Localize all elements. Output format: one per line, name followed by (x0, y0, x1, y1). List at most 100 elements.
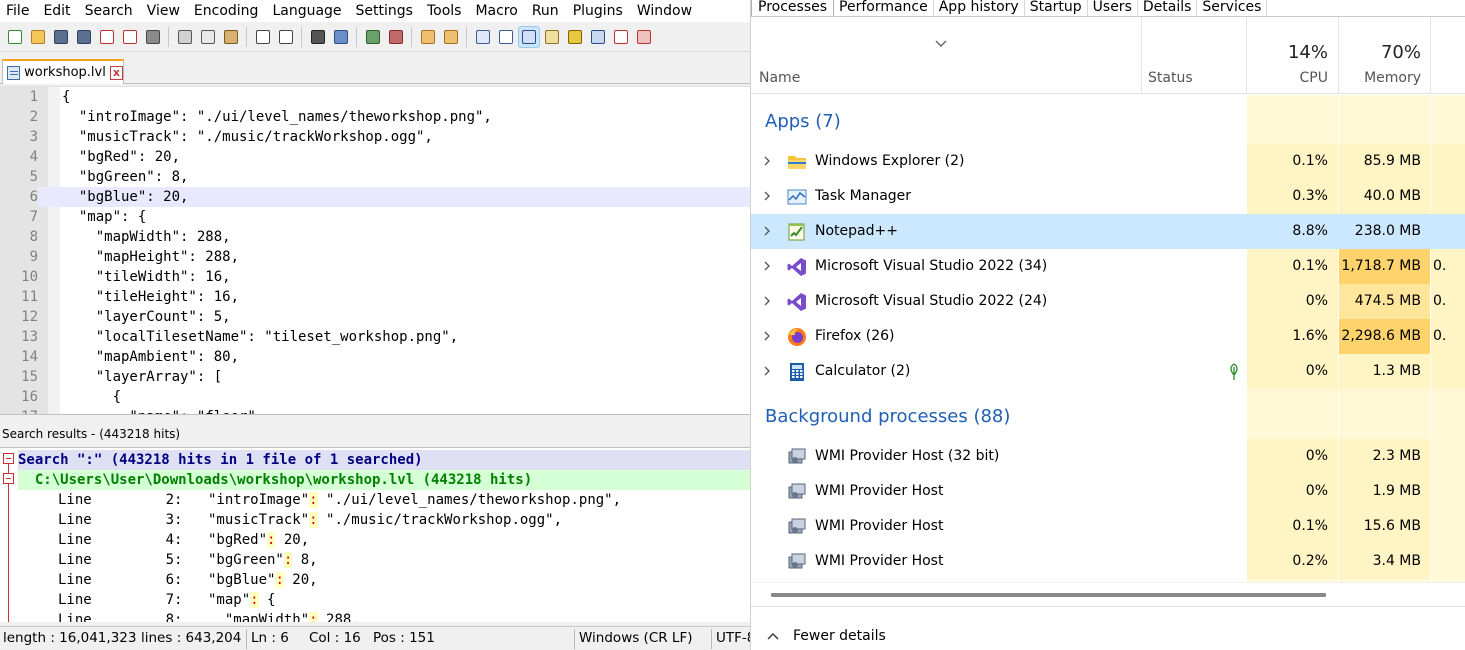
sync-horizontal-icon[interactable] (441, 27, 461, 47)
search-result-row[interactable]: Line 6: "bgBlue": 20, (18, 570, 750, 590)
code-line[interactable]: 15 "layerArray": [ (0, 367, 750, 387)
code-line[interactable]: 1{ (0, 87, 750, 107)
fewer-details-button[interactable]: Fewer details (793, 628, 886, 644)
tab-performance[interactable]: Performance (834, 0, 934, 16)
column-memory[interactable]: 70% Memory (1339, 17, 1430, 94)
chevron-up-icon[interactable] (767, 632, 779, 640)
tab-app-history[interactable]: App history (934, 0, 1025, 16)
code-line[interactable]: 17 "name": "floor", (0, 407, 750, 414)
process-row[interactable]: WMI Provider Host (32 bit) 0% 2.3 MB (751, 439, 1465, 474)
show-all-chars-icon[interactable] (496, 27, 516, 47)
scrollbar-thumb[interactable] (771, 593, 1326, 597)
save-all-icon[interactable] (74, 27, 94, 47)
cut-icon[interactable] (175, 27, 195, 47)
search-result-row[interactable]: Line 3: "musicTrack": "./music/trackWorksh… (18, 510, 750, 530)
paste-icon[interactable] (221, 27, 241, 47)
status-encoding[interactable]: UTF-8 (713, 627, 750, 650)
menu-file[interactable]: File (0, 0, 36, 22)
menu-macro[interactable]: Macro (468, 0, 524, 22)
menu-edit[interactable]: Edit (36, 0, 77, 22)
code-line[interactable]: 3 "musicTrack": "./music/trackWorkshop.o… (0, 127, 750, 147)
process-row[interactable]: Microsoft Visual Studio 2022 (34) 0.1% 1,7… (751, 249, 1465, 284)
code-line[interactable]: 14 "mapAmbient": 80, (0, 347, 750, 367)
process-row[interactable]: Firefox (26) 1.6% 2,298.6 MB 0. (751, 319, 1465, 354)
open-file-icon[interactable] (28, 27, 48, 47)
process-row[interactable]: Windows Explorer (2) 0.1% 85.9 MB (751, 144, 1465, 179)
save-icon[interactable] (51, 27, 71, 47)
code-line[interactable]: 16 { (0, 387, 750, 407)
tab-details[interactable]: Details (1138, 0, 1198, 16)
process-row[interactable]: WMI Provider Host 0.2% 3.4 MB (751, 544, 1465, 579)
function-list-icon[interactable] (565, 27, 585, 47)
document-tab[interactable]: workshop.lvl x (2, 59, 124, 84)
code-line[interactable]: 9 "mapHeight": 288, (0, 247, 750, 267)
indent-guide-icon[interactable] (517, 25, 540, 48)
zoom-out-icon[interactable] (386, 27, 406, 47)
menu-encoding[interactable]: Encoding (187, 0, 266, 22)
search-result-row[interactable]: Line 8: "mapWidth": 288, (18, 610, 750, 622)
code-line[interactable]: 11 "tileHeight": 16, (0, 287, 750, 307)
menu-view[interactable]: View (140, 0, 187, 22)
find-icon[interactable] (308, 27, 328, 47)
expand-chevron-icon[interactable] (762, 330, 772, 342)
code-line[interactable]: 10 "tileWidth": 16, (0, 267, 750, 287)
undo-icon[interactable] (253, 27, 273, 47)
tab-users[interactable]: Users (1088, 0, 1138, 16)
process-row[interactable]: Calculator (2) 0% 1.3 MB (751, 354, 1465, 389)
word-wrap-icon[interactable] (473, 27, 493, 47)
expand-chevron-icon[interactable] (762, 365, 772, 377)
redo-icon[interactable] (276, 27, 296, 47)
menu-settings[interactable]: Settings (349, 0, 420, 22)
panel-splitter[interactable] (0, 414, 750, 424)
search-result-row[interactable]: Line 5: "bgGreen": 8, (18, 550, 750, 570)
expand-chevron-icon[interactable] (762, 190, 772, 202)
menu-window[interactable]: Window (630, 0, 699, 22)
expand-chevron-icon[interactable] (762, 295, 772, 307)
sort-chevron-icon[interactable] (935, 37, 947, 49)
expand-chevron-icon[interactable] (762, 225, 772, 237)
zoom-in-icon[interactable] (363, 27, 383, 47)
search-results-panel[interactable]: Search ":" (443218 hits in 1 file of 1 s… (0, 447, 750, 622)
expand-chevron-icon[interactable] (762, 155, 772, 167)
monitoring-icon[interactable] (611, 27, 631, 47)
new-file-icon[interactable] (5, 27, 25, 47)
code-line[interactable]: 8 "mapWidth": 288, (0, 227, 750, 247)
search-result-row[interactable]: Line 2: "introImage": "./ui/level_names/th… (18, 490, 750, 510)
code-line[interactable]: 2 "introImage": "./ui/level_names/thewor… (0, 107, 750, 127)
close-icon[interactable] (97, 27, 117, 47)
search-file-line[interactable]: C:\Users\User\Downloads\workshop\worksho… (18, 470, 750, 490)
copy-icon[interactable] (198, 27, 218, 47)
code-editor[interactable]: 1{2 "introImage": "./ui/level_names/thew… (0, 86, 750, 414)
doc-map-icon[interactable] (542, 27, 562, 47)
menu-run[interactable]: Run (525, 0, 566, 22)
expand-chevron-icon[interactable] (762, 260, 772, 272)
code-line[interactable]: 13 "localTilesetName": "tileset_workshop… (0, 327, 750, 347)
close-all-icon[interactable] (120, 27, 140, 47)
menu-tools[interactable]: Tools (420, 0, 469, 22)
code-line[interactable]: 4 "bgRed": 20, (0, 147, 750, 167)
code-line[interactable]: 7 "map": { (0, 207, 750, 227)
column-status[interactable]: Status (1148, 70, 1193, 86)
process-row[interactable]: Notepad++ 8.8% 238.0 MB (751, 214, 1465, 249)
collapse-search-icon[interactable] (3, 453, 14, 464)
process-row[interactable]: Microsoft Visual Studio 2022 (24) 0% 474.5… (751, 284, 1465, 319)
search-result-row[interactable]: Line 4: "bgRed": 20, (18, 530, 750, 550)
process-row[interactable]: WMI Provider Host 0.1% 15.6 MB (751, 509, 1465, 544)
column-name[interactable]: Name (759, 70, 800, 86)
print-icon[interactable] (143, 27, 163, 47)
code-line[interactable]: 5 "bgGreen": 8, (0, 167, 750, 187)
sync-vertical-icon[interactable] (418, 27, 438, 47)
replace-icon[interactable] (331, 27, 351, 47)
code-line[interactable]: 6 "bgBlue": 20, (0, 187, 750, 207)
code-line[interactable]: 12 "layerCount": 5, (0, 307, 750, 327)
tab-services[interactable]: Services (1197, 0, 1268, 16)
process-list[interactable]: Apps (7) Windows Explorer (2) 0.1% 85.9 MB… (751, 95, 1465, 582)
menu-language[interactable]: Language (265, 0, 348, 22)
search-header-line[interactable]: Search ":" (443218 hits in 1 file of 1 s… (18, 450, 750, 470)
folder-workspace-icon[interactable] (588, 27, 608, 47)
search-result-row[interactable]: Line 7: "map": { (18, 590, 750, 610)
process-row[interactable]: Task Manager 0.3% 40.0 MB (751, 179, 1465, 214)
tab-processes[interactable]: Processes (751, 0, 835, 16)
menu-search[interactable]: Search (78, 0, 140, 22)
close-tab-icon[interactable]: x (109, 65, 123, 80)
